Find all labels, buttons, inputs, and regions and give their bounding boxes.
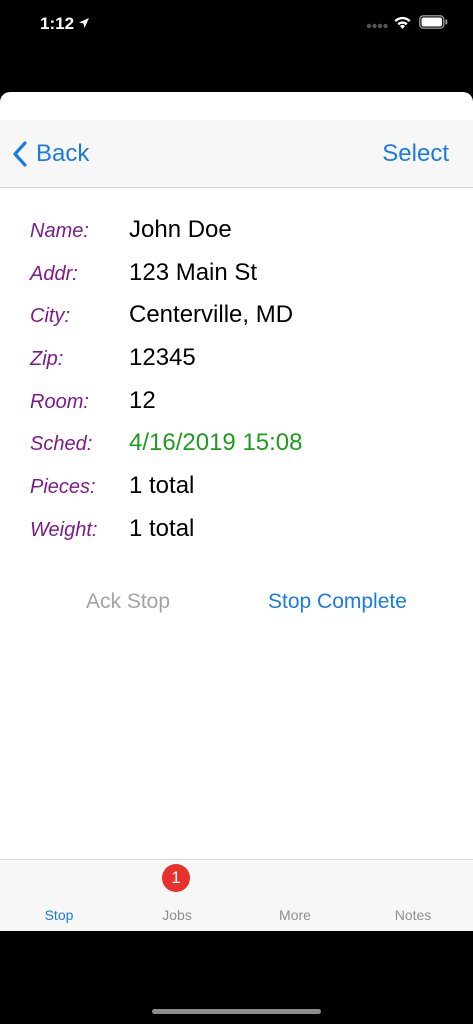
sched-label: Sched: xyxy=(30,433,93,455)
name-value: John Doe xyxy=(129,216,232,243)
room-label: Room: xyxy=(30,391,89,413)
zip-value: 12345 xyxy=(129,344,196,371)
status-bar: 1:12 xyxy=(0,0,473,52)
name-label: Name: xyxy=(30,220,89,242)
detail-row-sched: Sched: 4/16/2019 15:08 xyxy=(0,425,473,465)
detail-row-weight: Weight: 1 total xyxy=(0,511,473,551)
tab-stop[interactable]: Stop xyxy=(0,860,118,931)
wifi-icon xyxy=(394,16,411,29)
tab-stop-label: Stop xyxy=(44,907,74,923)
ack-stop-button[interactable]: Ack Stop xyxy=(86,590,170,614)
cellular-signal-icon xyxy=(366,23,388,29)
detail-row-name: Name: John Doe xyxy=(0,212,473,252)
addr-value: 123 Main St xyxy=(129,259,258,286)
detail-row-zip: Zip: 12345 xyxy=(0,340,473,380)
addr-label: Addr: xyxy=(30,263,78,285)
location-arrow-icon xyxy=(79,18,89,28)
sched-value: 4/16/2019 15:08 xyxy=(129,429,303,456)
home-indicator[interactable] xyxy=(152,1009,321,1014)
back-label: Back xyxy=(36,140,90,167)
pieces-label: Pieces: xyxy=(30,476,96,498)
pieces-value: 1 total xyxy=(129,472,195,499)
tab-notes[interactable]: Notes xyxy=(354,860,472,931)
tab-jobs-label: Jobs xyxy=(162,907,192,923)
weight-label: Weight: xyxy=(30,519,98,541)
stop-detail-sheet: Back Select Name: John Doe Addr: 123 Mai… xyxy=(0,92,473,931)
chevron-left-icon xyxy=(13,141,27,167)
detail-row-pieces: Pieces: 1 total xyxy=(0,468,473,508)
status-time: 1:12 xyxy=(40,14,75,33)
battery-icon xyxy=(419,15,448,29)
jobs-badge: 1 xyxy=(162,864,190,892)
detail-row-addr: Addr: 123 Main St xyxy=(0,255,473,295)
navigation-bar: Back Select xyxy=(0,120,473,188)
tab-bar: Stop 1 Jobs More Notes xyxy=(0,859,473,931)
city-label: City: xyxy=(30,305,70,327)
app-screen: 1:12 Back Select Name: John Doe Addr: 12… xyxy=(0,0,473,1024)
city-value: Centerville, MD xyxy=(129,301,294,328)
select-button[interactable]: Select xyxy=(382,140,449,168)
tab-jobs[interactable]: 1 Jobs xyxy=(118,860,236,931)
zip-label: Zip: xyxy=(30,348,64,370)
stop-complete-button[interactable]: Stop Complete xyxy=(268,590,407,614)
tab-more-label: More xyxy=(279,907,311,923)
weight-value: 1 total xyxy=(129,515,195,542)
tab-notes-label: Notes xyxy=(394,907,432,923)
tab-more[interactable]: More xyxy=(236,860,354,931)
back-button[interactable]: Back xyxy=(12,138,89,170)
detail-row-room: Room: 12 xyxy=(0,383,473,423)
room-value: 12 xyxy=(129,387,156,414)
detail-row-city: City: Centerville, MD xyxy=(0,297,473,337)
